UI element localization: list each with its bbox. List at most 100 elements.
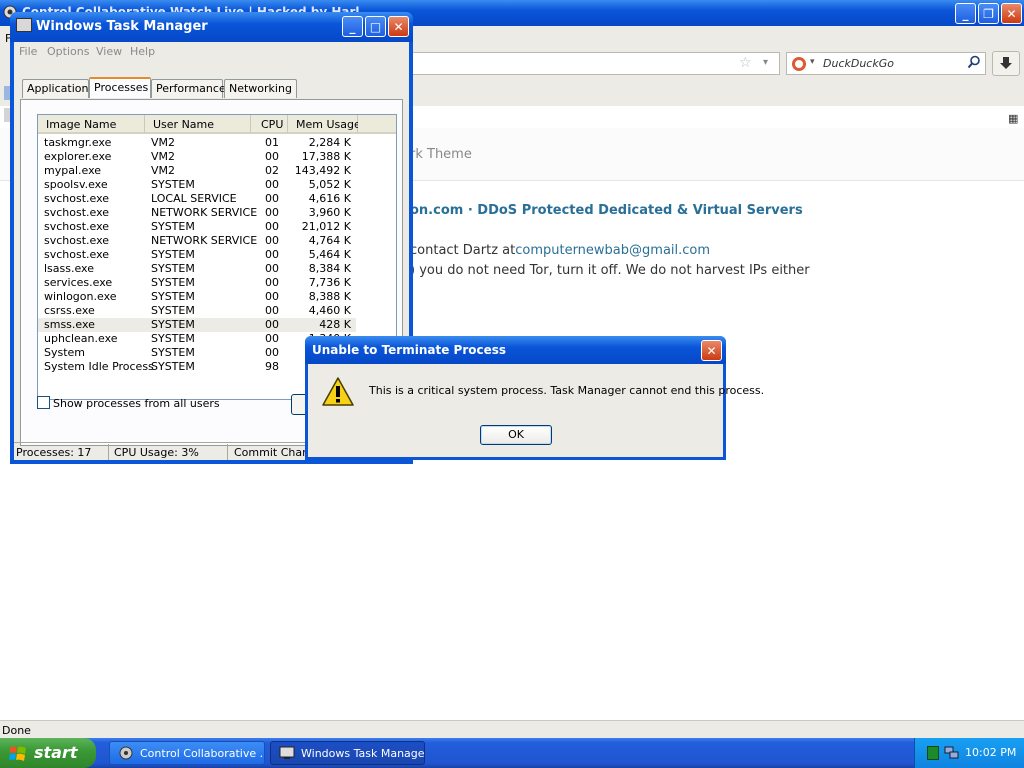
cell-mem-usage: 17,388 K xyxy=(301,150,351,163)
dialog-message: This is a critical system process. Task … xyxy=(369,384,765,397)
column-mem-usage[interactable]: Mem Usage xyxy=(288,115,361,134)
taskbar-clock[interactable]: 10:02 PM xyxy=(965,746,1016,759)
search-input[interactable]: ▾ DuckDuckGo xyxy=(786,52,986,75)
start-label: start xyxy=(34,743,78,762)
cell-image-name: spoolsv.exe xyxy=(44,178,108,191)
start-button[interactable]: start xyxy=(0,738,96,768)
tab-processes[interactable]: Processes xyxy=(89,77,151,98)
cell-user-name: SYSTEM xyxy=(151,360,195,373)
cell-cpu: 00 xyxy=(265,248,279,261)
show-all-label: Show processes from all users xyxy=(53,397,220,410)
tm-close-button[interactable]: ✕ xyxy=(388,16,409,37)
task-manager-titlebar[interactable]: Windows Task Manager _ □ ✕ xyxy=(10,12,413,42)
chevron-down-icon[interactable]: ▾ xyxy=(763,57,768,68)
cell-mem-usage: 4,616 K xyxy=(308,192,351,205)
column-cpu[interactable]: CPU xyxy=(251,115,288,134)
cell-image-name: smss.exe xyxy=(44,318,95,331)
task-manager-icon xyxy=(16,18,32,32)
cell-user-name: VM2 xyxy=(151,136,176,149)
contact-email-link[interactable]: computernewbab@gmail.com xyxy=(515,243,710,258)
cell-user-name: SYSTEM xyxy=(151,262,195,275)
cell-mem-usage: 428 K xyxy=(319,318,351,331)
table-row[interactable]: svchost.exe LOCAL SERVICE 00 4,616 K xyxy=(38,192,356,206)
menu-file[interactable]: File xyxy=(19,45,37,58)
table-row[interactable]: csrss.exe SYSTEM 00 4,460 K xyxy=(38,304,356,318)
cell-cpu: 00 xyxy=(265,262,279,275)
table-row[interactable]: smss.exe SYSTEM 00 428 K xyxy=(38,318,356,332)
dialog-close-button[interactable]: ✕ xyxy=(701,340,722,361)
duckduckgo-icon[interactable] xyxy=(791,56,807,75)
browser-close-button[interactable]: ✕ xyxy=(1001,3,1022,24)
cell-mem-usage: 4,764 K xyxy=(308,234,351,247)
table-row[interactable]: svchost.exe SYSTEM 00 5,464 K xyxy=(38,248,356,262)
column-image-name[interactable]: Image Name xyxy=(38,115,145,134)
theme-link[interactable]: rk Theme xyxy=(410,147,472,162)
cpu-meter-icon[interactable] xyxy=(927,746,939,760)
cell-user-name: SYSTEM xyxy=(151,220,195,233)
cell-image-name: taskmgr.exe xyxy=(44,136,112,149)
warning-icon xyxy=(321,376,355,411)
address-bar[interactable]: ☆ ▾ xyxy=(412,52,780,75)
table-row[interactable]: svchost.exe NETWORK SERVICE 00 4,764 K xyxy=(38,234,356,248)
tab-networking[interactable]: Networking xyxy=(224,79,297,98)
tm-maximize-button[interactable]: □ xyxy=(365,16,386,37)
windows-logo-icon xyxy=(9,745,27,762)
network-tray-icon[interactable] xyxy=(943,744,959,763)
table-row[interactable]: svchost.exe SYSTEM 00 21,012 K xyxy=(38,220,356,234)
table-row[interactable]: winlogon.exe SYSTEM 00 8,388 K xyxy=(38,290,356,304)
taskbar-button-task-manager[interactable]: Windows Task Manager xyxy=(270,741,425,765)
cell-cpu: 00 xyxy=(265,234,279,247)
cell-image-name: uphclean.exe xyxy=(44,332,118,345)
dialog-titlebar[interactable]: Unable to Terminate Process ✕ xyxy=(305,336,726,364)
taskbar-button-browser[interactable]: Control Collaborative ... xyxy=(109,741,265,765)
checkbox-box[interactable] xyxy=(37,396,50,409)
cell-cpu: 02 xyxy=(265,164,279,177)
cell-image-name: services.exe xyxy=(44,276,113,289)
tab-performance[interactable]: Performance xyxy=(151,79,226,98)
column-spacer xyxy=(358,115,396,134)
menu-options[interactable]: Options xyxy=(47,45,89,58)
tab-applications[interactable]: Applications xyxy=(22,79,94,98)
cell-user-name: SYSTEM xyxy=(151,290,195,303)
search-magnifier-icon[interactable] xyxy=(967,55,981,72)
status-divider xyxy=(227,444,228,460)
table-row[interactable]: services.exe SYSTEM 00 7,736 K xyxy=(38,276,356,290)
table-row[interactable]: lsass.exe SYSTEM 00 8,384 K xyxy=(38,262,356,276)
cell-mem-usage: 4,460 K xyxy=(308,304,351,317)
browser-restore-button[interactable]: ❐ xyxy=(978,3,999,24)
tor-notice: ) you do not need Tor, turn it off. We d… xyxy=(410,263,810,278)
menu-view[interactable]: View xyxy=(96,45,122,58)
cell-cpu: 00 xyxy=(265,206,279,219)
cell-cpu: 00 xyxy=(265,276,279,289)
table-row[interactable]: mypal.exe VM2 02 143,492 K xyxy=(38,164,356,178)
menu-help[interactable]: Help xyxy=(130,45,155,58)
download-button[interactable] xyxy=(992,51,1020,76)
contact-line: contact Dartz atcomputernewbab@gmail.com xyxy=(410,243,710,258)
status-processes-count: Processes: 17 xyxy=(16,446,92,459)
table-row[interactable]: svchost.exe NETWORK SERVICE 00 3,960 K xyxy=(38,206,356,220)
cell-mem-usage: 21,012 K xyxy=(301,220,351,233)
search-engine-dropdown-icon[interactable]: ▾ xyxy=(810,57,815,67)
column-user-name[interactable]: User Name xyxy=(145,115,251,134)
dialog-title: Unable to Terminate Process xyxy=(312,343,507,357)
cell-image-name: lsass.exe xyxy=(44,262,94,275)
table-row[interactable]: taskmgr.exe VM2 01 2,284 K xyxy=(38,136,356,150)
bookmark-star-icon[interactable]: ☆ xyxy=(739,55,752,71)
cell-mem-usage: 8,388 K xyxy=(308,290,351,303)
grid-menu-icon[interactable]: ▦ xyxy=(1008,112,1018,125)
cell-user-name: NETWORK SERVICE xyxy=(151,206,258,219)
cell-image-name: svchost.exe xyxy=(44,220,110,233)
show-all-processes-checkbox[interactable]: Show processes from all users xyxy=(37,396,220,410)
cell-mem-usage: 7,736 K xyxy=(308,276,351,289)
page-headline[interactable]: on.com · DDoS Protected Dedicated & Virt… xyxy=(410,203,803,218)
table-row[interactable]: explorer.exe VM2 00 17,388 K xyxy=(38,150,356,164)
dialog-body: This is a critical system process. Task … xyxy=(308,364,764,457)
cell-user-name: VM2 xyxy=(151,150,176,163)
table-row[interactable]: spoolsv.exe SYSTEM 00 5,052 K xyxy=(38,178,356,192)
tm-minimize-button[interactable]: _ xyxy=(342,16,363,37)
cell-user-name: SYSTEM xyxy=(151,346,195,359)
cell-mem-usage: 5,464 K xyxy=(308,248,351,261)
cell-mem-usage: 8,384 K xyxy=(308,262,351,275)
ok-button[interactable]: OK xyxy=(480,425,552,445)
browser-minimize-button[interactable]: _ xyxy=(955,3,976,24)
